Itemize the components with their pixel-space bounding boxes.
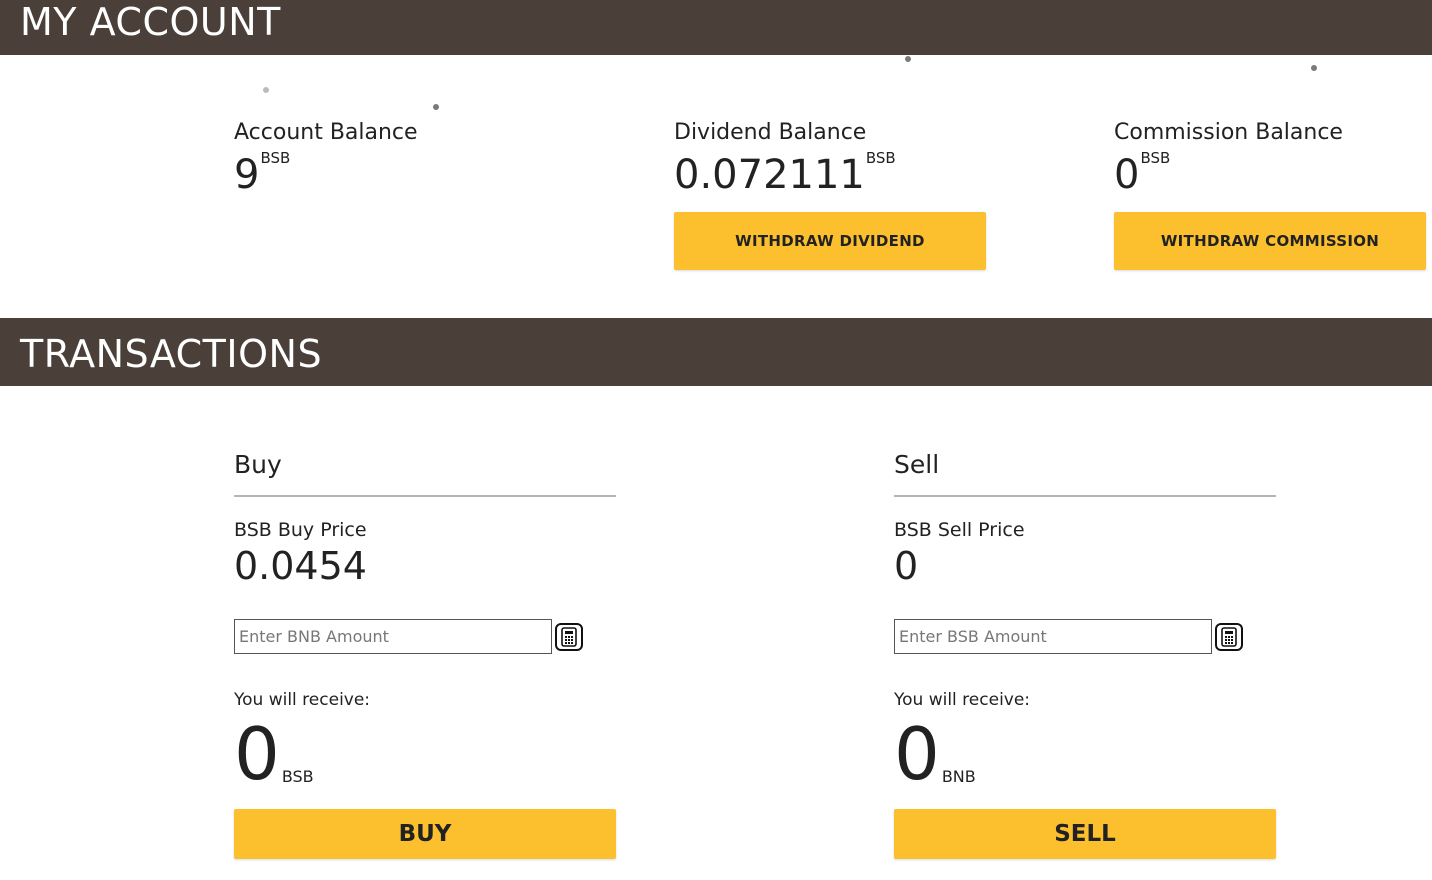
account-balance-card: Account Balance 9BSB bbox=[234, 120, 418, 195]
bsb-amount-input[interactable] bbox=[894, 619, 1212, 654]
decorative-dot bbox=[263, 87, 269, 93]
decorative-dot bbox=[433, 104, 439, 110]
account-balance-label: Account Balance bbox=[234, 120, 418, 145]
dividend-balance-card: Dividend Balance 0.072111BSB bbox=[674, 120, 896, 195]
sell-receive-amount: 0 BNB bbox=[894, 712, 1276, 796]
decorative-dot bbox=[1311, 65, 1317, 71]
my-account-title: MY ACCOUNT bbox=[20, 0, 281, 44]
buy-receive-unit: BSB bbox=[281, 767, 314, 787]
my-account-header: MY ACCOUNT bbox=[0, 0, 1432, 55]
calculator-icon[interactable] bbox=[555, 622, 583, 651]
commission-balance-label: Commission Balance bbox=[1114, 120, 1343, 145]
bnb-amount-input[interactable] bbox=[234, 619, 552, 654]
sell-receive-unit: BNB bbox=[941, 767, 976, 787]
sell-panel: Sell BSB Sell Price 0 You will receive: … bbox=[894, 450, 1276, 860]
calculator-icon[interactable] bbox=[1215, 622, 1243, 651]
buy-receive-label: You will receive: bbox=[234, 690, 371, 710]
buy-price-value: 0.0454 bbox=[234, 544, 367, 588]
transactions-header: TRANSACTIONS bbox=[0, 318, 1432, 386]
transactions-title: TRANSACTIONS bbox=[20, 332, 323, 376]
dividend-balance-value: 0.072111 bbox=[674, 152, 865, 198]
sell-price-value: 0 bbox=[894, 544, 919, 588]
sell-price-label: BSB Sell Price bbox=[894, 519, 1025, 541]
dividend-balance-label: Dividend Balance bbox=[674, 120, 867, 145]
dividend-balance-unit: BSB bbox=[865, 149, 896, 167]
buy-receive-value: 0 bbox=[234, 712, 280, 796]
account-balance-value: 9 bbox=[234, 152, 260, 198]
account-balance-unit: BSB bbox=[260, 149, 291, 167]
buy-panel: Buy BSB Buy Price 0.0454 You will receiv… bbox=[234, 450, 616, 860]
commission-balance-unit: BSB bbox=[1140, 149, 1171, 167]
dividend-balance-amount: 0.072111BSB bbox=[674, 151, 896, 198]
withdraw-dividend-button[interactable]: WITHDRAW DIVIDEND bbox=[674, 212, 986, 270]
buy-heading: Buy bbox=[234, 450, 616, 497]
withdraw-commission-button[interactable]: WITHDRAW COMMISSION bbox=[1114, 212, 1426, 270]
buy-price-label: BSB Buy Price bbox=[234, 519, 367, 541]
buy-button[interactable]: BUY bbox=[234, 809, 616, 860]
commission-balance-card: Commission Balance 0BSB bbox=[1114, 120, 1343, 195]
decorative-dot bbox=[905, 56, 911, 62]
buy-input-row bbox=[234, 619, 616, 654]
sell-receive-value: 0 bbox=[894, 712, 940, 796]
sell-receive-label: You will receive: bbox=[894, 690, 1031, 710]
commission-balance-value: 0 bbox=[1114, 152, 1140, 198]
sell-input-row bbox=[894, 619, 1276, 654]
account-balance-amount: 9BSB bbox=[234, 151, 418, 198]
sell-heading: Sell bbox=[894, 450, 1276, 497]
buy-receive-amount: 0 BSB bbox=[234, 712, 616, 796]
commission-balance-amount: 0BSB bbox=[1114, 151, 1343, 198]
sell-button[interactable]: SELL bbox=[894, 809, 1276, 860]
